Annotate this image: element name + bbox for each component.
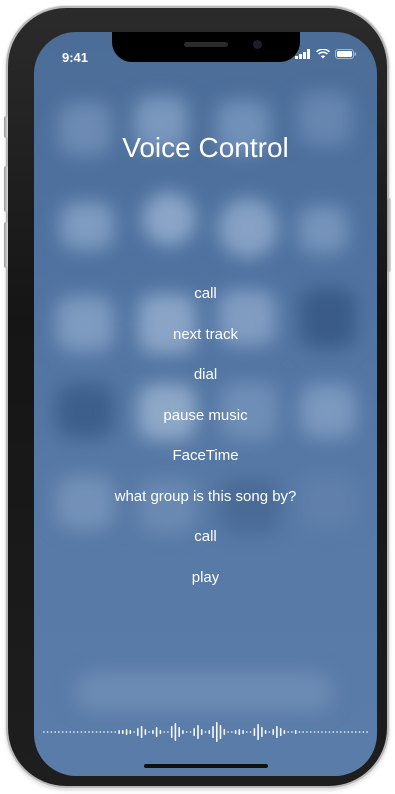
voice-command-suggestion: play <box>191 568 220 586</box>
voice-command-suggestion: dial <box>193 366 218 383</box>
volume-down-button <box>4 222 8 268</box>
wifi-icon <box>316 49 330 59</box>
voice-command-suggestion: next track <box>172 325 239 343</box>
home-indicator[interactable] <box>143 764 268 768</box>
listening-waveform-icon <box>43 722 368 742</box>
voice-command-suggestion: call <box>194 285 217 302</box>
notch <box>111 32 300 62</box>
voice-command-suggestion: pause music <box>163 406 248 424</box>
voice-command-list: call next track dial pause music FaceTim… <box>34 284 377 608</box>
earpiece-speaker <box>183 42 228 47</box>
voice-command-suggestion: call <box>194 528 217 545</box>
status-time: 9:41 <box>62 50 89 65</box>
iphone-device-frame: 9:41 Voice Control call next track dial … <box>4 8 391 786</box>
side-button <box>387 198 391 272</box>
battery-icon <box>335 49 357 59</box>
silent-switch <box>4 116 8 138</box>
page-title: Voice Control <box>122 132 289 163</box>
signal-icon <box>295 49 310 59</box>
screen: 9:41 Voice Control call next track dial … <box>34 32 377 776</box>
volume-up-button <box>4 166 8 212</box>
voice-command-suggestion: FaceTime <box>172 447 239 464</box>
voice-command-suggestion: what group is this song by? <box>114 487 297 505</box>
front-camera-icon <box>252 40 262 49</box>
status-icons <box>295 49 357 59</box>
